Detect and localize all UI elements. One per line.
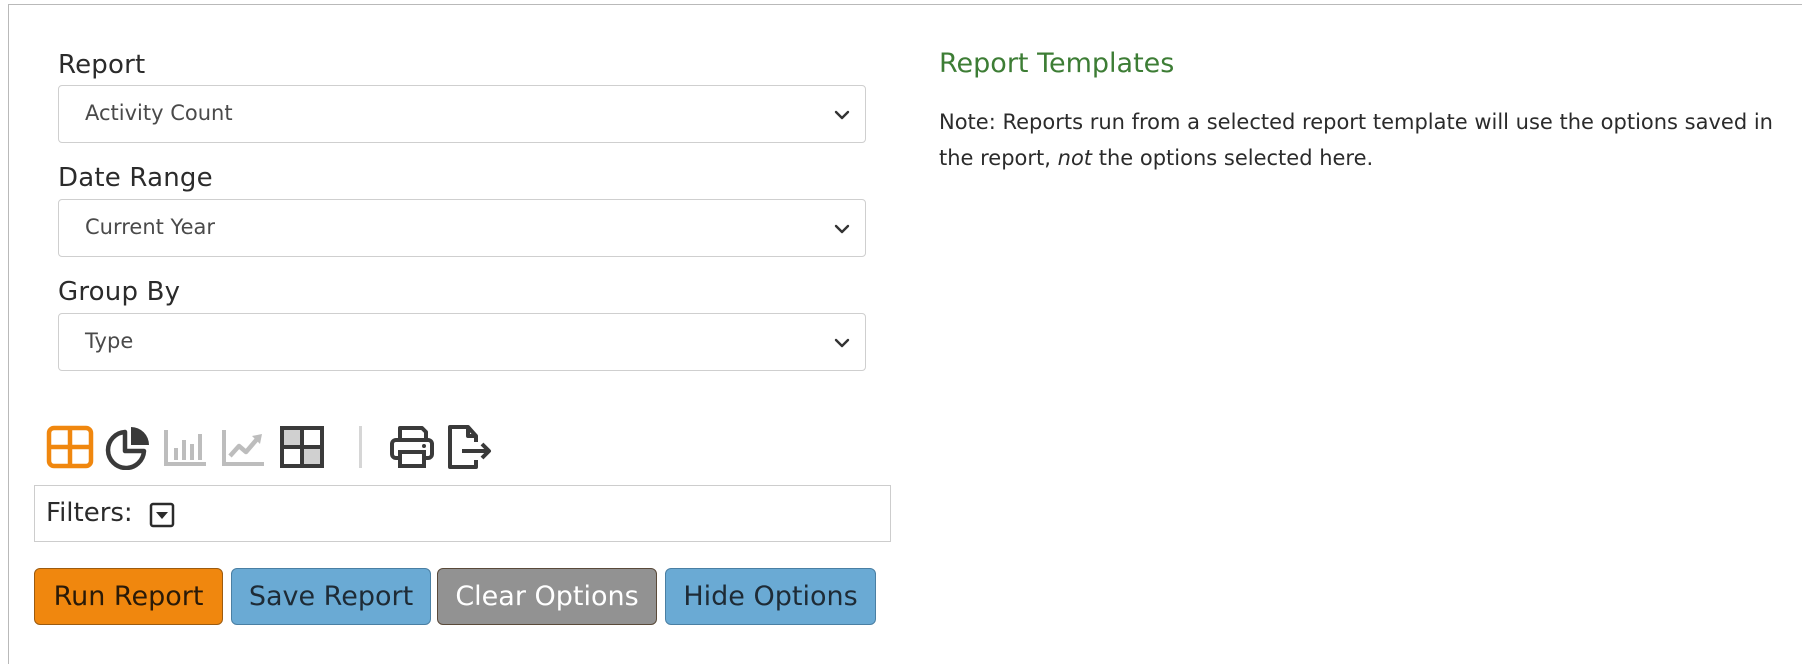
hide-options-button[interactable]: Hide Options xyxy=(665,568,876,625)
report-templates-note: Note: Reports run from a selected report… xyxy=(939,104,1795,176)
run-report-button[interactable]: Run Report xyxy=(34,568,223,625)
pivot-grid-icon[interactable] xyxy=(278,424,326,470)
report-label: Report xyxy=(58,50,146,80)
export-icon[interactable] xyxy=(446,424,494,470)
note-emphasis: not xyxy=(1057,146,1093,170)
chevron-down-icon xyxy=(834,338,850,348)
print-icon[interactable] xyxy=(388,424,436,470)
date-range-label: Date Range xyxy=(58,163,213,193)
note-text-after: the options selected here. xyxy=(1092,146,1374,170)
toolbar-divider xyxy=(359,426,362,468)
report-select[interactable]: Activity Count xyxy=(58,85,866,143)
group-by-select[interactable]: Type xyxy=(58,313,866,371)
save-report-button[interactable]: Save Report xyxy=(231,568,431,625)
clear-options-button[interactable]: Clear Options xyxy=(437,568,657,625)
group-by-label: Group By xyxy=(58,277,181,307)
view-toolbar xyxy=(46,420,526,472)
date-range-select[interactable]: Current Year xyxy=(58,199,866,257)
filters-label: Filters: xyxy=(46,498,133,528)
pie-chart-icon[interactable] xyxy=(104,424,152,470)
report-select-value: Activity Count xyxy=(85,101,233,125)
bar-chart-icon[interactable] xyxy=(162,424,210,470)
table-icon[interactable] xyxy=(46,424,94,470)
dropdown-toggle-icon[interactable] xyxy=(149,502,175,528)
chevron-down-icon xyxy=(834,224,850,234)
line-chart-icon[interactable] xyxy=(220,424,268,470)
group-by-select-value: Type xyxy=(85,329,134,353)
report-templates-heading: Report Templates xyxy=(939,48,1175,79)
filters-bar: Filters: xyxy=(34,485,891,542)
chevron-down-icon xyxy=(834,110,850,120)
date-range-select-value: Current Year xyxy=(85,215,216,239)
